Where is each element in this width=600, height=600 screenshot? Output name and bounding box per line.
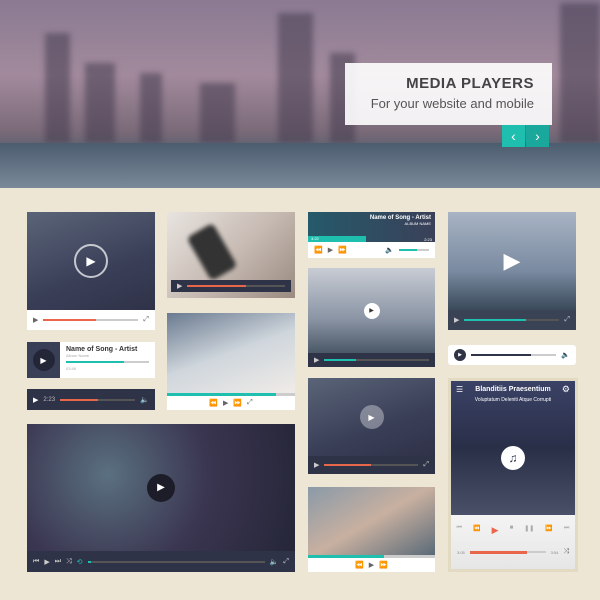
total: 2:23 [424,237,432,242]
rewind-icon[interactable]: ⏪ [355,561,364,569]
fullscreen-icon[interactable]: ⤢ [564,316,570,324]
audio-bar: ▶ 2:23 🔈 [27,389,155,410]
volume-icon[interactable]: 🔈 [140,396,149,404]
forward-icon[interactable]: ⏩ [338,246,347,254]
play-icon[interactable]: ▶ [33,396,38,404]
play-icon[interactable]: ▶ [33,316,38,324]
rewind-icon[interactable]: ⏪ [209,399,218,407]
video-player-phone: ▶ [167,212,295,298]
progress-bar[interactable] [60,398,136,401]
fullscreen-icon[interactable]: ⤢ [143,316,149,324]
play-icon[interactable]: ▶ [492,525,499,536]
page-title: MEDIA PLAYERS [406,75,534,92]
progress-bar[interactable] [66,361,149,363]
repeat-icon[interactable]: ⟲ [77,558,83,566]
volume-icon[interactable]: 🔈 [385,246,394,254]
play-icon[interactable]: ▶ [314,356,319,364]
volume-slider[interactable] [399,249,429,251]
video-player-skyline: ▶ ▶ ⤢ [448,212,576,330]
play-button[interactable]: ▶ [32,349,55,371]
elapsed: 3:22 [308,236,366,242]
play-button[interactable]: ▶ [454,349,466,361]
fullscreen-icon[interactable]: ⤢ [423,461,429,469]
play-icon[interactable]: ▶ [223,399,228,407]
fullscreen-icon[interactable]: ⤢ [247,399,253,407]
rewind-icon[interactable]: ⏪ [473,525,480,536]
mini-audio-player: Name of Song - Artist ALBUM NAME 3:22 2:… [308,212,435,258]
prev-icon[interactable]: ⏮ [457,525,462,536]
settings-icon[interactable]: ⚙ [562,384,570,395]
track-title: Blanditiis Praesentium [475,386,551,393]
album-name: Album Name [66,353,90,358]
time: 03:46 [66,366,77,371]
time: 2:23 [43,396,56,403]
play-button[interactable]: ▶ [147,473,175,502]
music-card: ▶ Name of Song - Artist Album Name 03:46 [27,342,155,378]
mobile-player: ☰ ⚙ Blanditiis Praesentium Voluptatum De… [448,378,578,572]
play-icon[interactable]: ▶ [44,558,49,566]
video-player-hands: ⏪ ▶ ⏩ [308,487,435,572]
play-button[interactable]: ▶ [504,248,521,274]
music-icon: ♫ [501,446,525,470]
progress-bar[interactable] [471,354,557,356]
shuffle-icon[interactable]: ⤨ [563,548,569,556]
next-icon[interactable]: ⏭ [564,525,569,536]
video-player-large: ▶ ⏮ ▶ ⏭ ⤨ ⟲ 🔈 ⤢ [27,424,295,572]
shuffle-icon[interactable]: ⤨ [66,558,72,566]
forward-icon[interactable]: ⏩ [379,561,388,569]
volume-icon[interactable]: 🔈 [270,558,279,566]
forward-icon[interactable]: ⏩ [233,399,242,407]
play-button[interactable]: ▶ [363,302,380,319]
progress-bar[interactable] [187,285,285,287]
prev-icon[interactable]: ⏮ [33,558,39,566]
page-subtitle: For your website and mobile [370,96,534,111]
volume-icon[interactable]: 🔈 [561,351,570,359]
elapsed: 3:05 [457,549,465,555]
fullscreen-icon[interactable]: ⤢ [283,558,289,566]
progress-bar[interactable] [87,560,265,563]
progress-bar[interactable] [469,551,546,554]
progress-bar[interactable] [324,464,419,466]
progress-bar[interactable] [43,319,139,321]
title-box: MEDIA PLAYERS For your website and mobil… [345,63,552,125]
video-player-city: ▶ ▶ [308,268,435,367]
audio-bar-light: ▶ 🔈 [448,345,576,365]
play-button[interactable]: ▶ [74,244,108,278]
song-title: Name of Song - Artist [66,346,138,353]
track-subtitle: Voluptatum Deleniti Atque Corrupti [474,397,552,403]
album-name: ALBUM NAME [404,221,431,226]
play-icon[interactable]: ▶ [328,246,333,254]
play-icon[interactable]: ▶ [454,316,459,324]
rewind-icon[interactable]: ⏪ [314,246,323,254]
play-button[interactable]: ▶ [359,405,384,429]
play-icon[interactable]: ▶ [177,282,182,290]
next-button[interactable]: › [526,125,549,147]
forward-icon[interactable]: ⏩ [545,525,552,536]
play-icon[interactable]: ▶ [314,461,319,469]
menu-icon[interactable]: ☰ [456,385,463,394]
prev-button[interactable]: ‹ [502,125,525,147]
stop-icon[interactable]: ■ [510,525,514,536]
play-icon[interactable]: ▶ [369,561,374,569]
video-player-dark: ▶ ▶ ⤢ [308,378,435,474]
total: 3:54 [550,549,559,555]
progress-bar[interactable] [324,359,429,361]
video-player-1: ▶ ▶ ⤢ [27,212,155,330]
video-player-keyboard: ⏪ ▶ ⏩ ⤢ [167,313,295,410]
pause-icon[interactable]: ❚❚ [524,525,534,536]
next-icon[interactable]: ⏭ [55,558,61,566]
progress-bar[interactable] [464,319,560,321]
